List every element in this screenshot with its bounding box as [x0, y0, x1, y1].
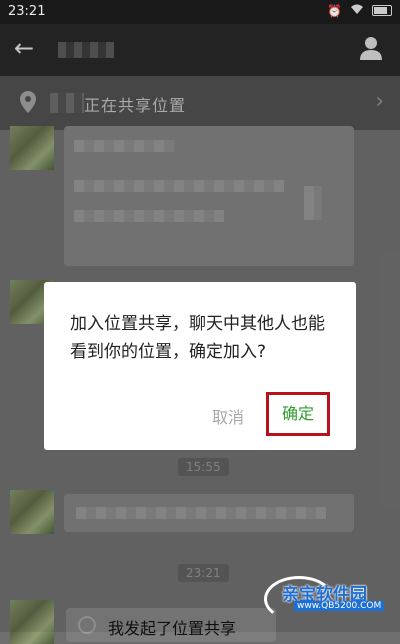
dialog-message: 加入位置共享，聊天中其他人也能看到你的位置，确定加入?: [70, 314, 325, 362]
watermark-url: www.QB5200.COM: [294, 601, 385, 611]
join-location-dialog: 加入位置共享，聊天中其他人也能看到你的位置，确定加入? 取消 确定: [44, 282, 356, 450]
confirm-button[interactable]: 确定: [266, 392, 330, 436]
site-watermark-logo: 亲宝软件园 www.QB5200.COM: [264, 576, 390, 622]
cancel-button[interactable]: 取消: [212, 408, 244, 428]
